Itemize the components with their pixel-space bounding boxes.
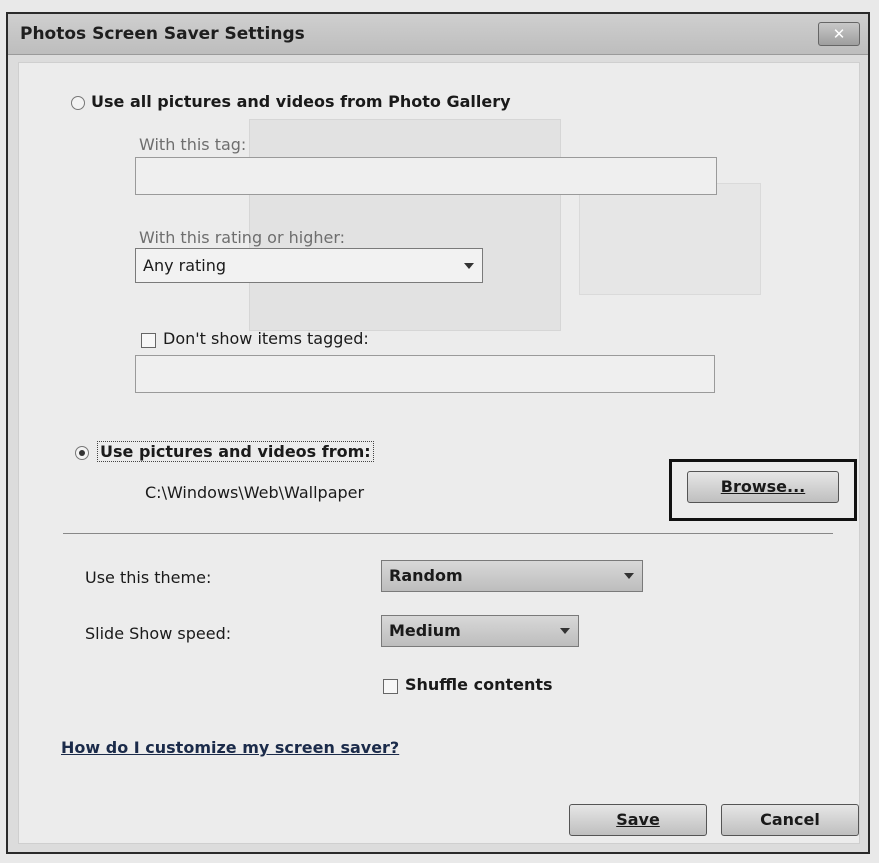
chevron-down-icon	[624, 573, 634, 579]
cancel-button-label: Cancel	[760, 810, 820, 829]
help-link[interactable]: How do I customize my screen saver?	[61, 738, 399, 757]
tag-input[interactable]	[135, 157, 717, 195]
browse-button-label: Browse...	[720, 477, 806, 496]
rating-label: With this rating or higher:	[139, 228, 346, 247]
radio-photo-gallery-label: Use all pictures and videos from Photo G…	[91, 92, 511, 111]
speed-select[interactable]: Medium	[381, 615, 579, 647]
exclude-tagged-label: Don't show items tagged:	[163, 329, 369, 348]
shuffle-checkbox[interactable]	[383, 679, 398, 694]
exclude-tagged-input[interactable]	[135, 355, 715, 393]
shuffle-label: Shuffle contents	[405, 675, 553, 694]
section-divider	[63, 533, 833, 534]
tag-label: With this tag:	[139, 135, 247, 154]
chevron-down-icon	[464, 262, 474, 269]
theme-label: Use this theme:	[85, 568, 212, 587]
window-title: Photos Screen Saver Settings	[20, 24, 305, 44]
background-window-ghost-2	[579, 183, 761, 295]
close-icon: ✕	[832, 25, 846, 43]
screen-saver-settings-dialog: Photos Screen Saver Settings ✕ Use all p…	[6, 12, 870, 854]
title-bar: Photos Screen Saver Settings ✕	[8, 14, 868, 55]
speed-label: Slide Show speed:	[85, 624, 232, 643]
background-window-ghost	[249, 119, 561, 331]
radio-folder-label: Use pictures and videos from:	[97, 441, 374, 462]
close-button[interactable]: ✕	[818, 22, 860, 46]
exclude-tagged-checkbox[interactable]	[141, 333, 156, 348]
browse-button[interactable]: Browse...	[687, 471, 839, 503]
theme-select[interactable]: Random	[381, 560, 643, 592]
theme-select-value: Random	[389, 566, 463, 585]
rating-select-value: Any rating	[143, 256, 227, 275]
chevron-down-icon	[560, 628, 570, 634]
dialog-body: Use all pictures and videos from Photo G…	[18, 62, 860, 844]
folder-path: C:\Windows\Web\Wallpaper	[145, 483, 365, 502]
save-button[interactable]: Save	[569, 804, 707, 836]
rating-select[interactable]: Any rating	[135, 248, 483, 283]
radio-photo-gallery[interactable]	[71, 96, 85, 110]
radio-folder[interactable]	[75, 446, 89, 460]
cancel-button[interactable]: Cancel	[721, 804, 859, 836]
save-button-label: Save	[616, 810, 660, 829]
speed-select-value: Medium	[389, 621, 461, 640]
